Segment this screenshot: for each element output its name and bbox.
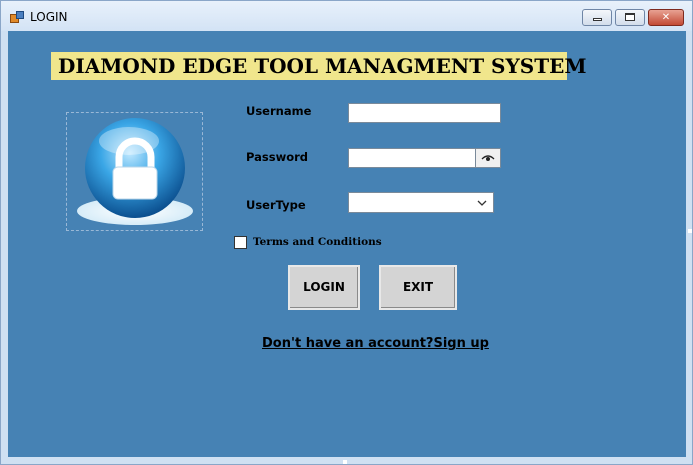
exit-button[interactable]: EXIT xyxy=(379,265,457,310)
eye-icon xyxy=(481,155,495,161)
password-toggle-button[interactable] xyxy=(475,148,501,168)
close-icon: ✕ xyxy=(661,12,671,23)
minimize-button[interactable] xyxy=(582,9,612,26)
usertype-dropdown[interactable] xyxy=(348,192,494,213)
signup-link[interactable]: Don't have an account?Sign up xyxy=(262,336,489,351)
minimize-icon xyxy=(592,18,602,21)
app-icon[interactable] xyxy=(10,11,24,23)
login-form-area: DIAMOND EDGE TOOL MANAGMENT SYSTEM Usern… xyxy=(8,31,686,457)
maximize-button[interactable] xyxy=(615,9,645,26)
login-window: LOGIN ✕ DIAMOND EDGE TOOL MANAGMENT SYST… xyxy=(0,0,693,465)
close-button[interactable]: ✕ xyxy=(648,9,684,26)
title-bar[interactable]: LOGIN ✕ xyxy=(1,1,692,31)
password-input[interactable] xyxy=(348,148,476,168)
lock-logo xyxy=(66,112,203,231)
resize-grip-bottom[interactable] xyxy=(343,460,347,464)
terms-checkbox[interactable] xyxy=(234,236,247,249)
chevron-down-icon[interactable] xyxy=(477,199,487,207)
resize-grip[interactable] xyxy=(688,229,692,233)
username-input[interactable] xyxy=(348,103,501,123)
terms-label[interactable]: Terms and Conditions xyxy=(253,236,382,248)
lock-icon xyxy=(77,118,193,225)
usertype-label: UserType xyxy=(246,198,306,212)
window-title: LOGIN xyxy=(30,10,68,24)
login-button[interactable]: LOGIN xyxy=(288,265,360,310)
username-label: Username xyxy=(246,104,312,118)
password-label: Password xyxy=(246,150,308,164)
maximize-icon xyxy=(625,13,635,21)
system-title-banner: DIAMOND EDGE TOOL MANAGMENT SYSTEM xyxy=(51,52,586,80)
